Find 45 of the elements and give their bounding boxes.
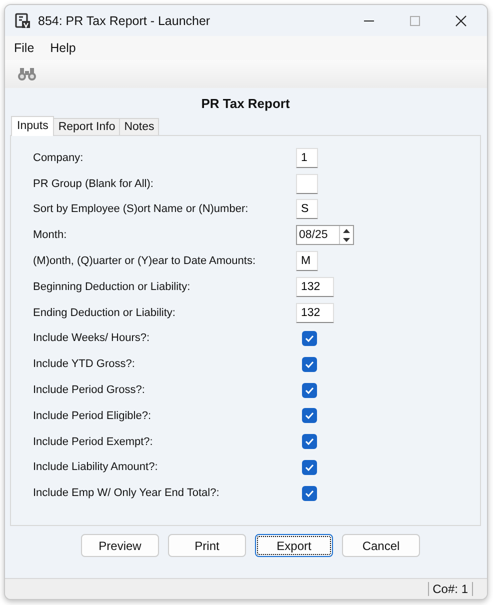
- input-field[interactable]: [296, 174, 318, 194]
- close-icon[interactable]: [455, 14, 467, 26]
- dialog-button[interactable]: Print: [168, 534, 246, 557]
- company-status: Co#: 1: [428, 582, 473, 596]
- menu-item[interactable]: File: [14, 41, 34, 55]
- checkbox[interactable]: [302, 356, 317, 372]
- field-label: PR Group (Blank for All):: [33, 178, 154, 190]
- binoculars-icon[interactable]: [17, 67, 37, 81]
- report-heading: PR Tax Report: [200, 96, 291, 111]
- field-label: Company:: [33, 152, 84, 164]
- checkbox[interactable]: [302, 486, 317, 501]
- window-title: 854: PR Tax Report - Launcher: [38, 14, 210, 28]
- month-spinner[interactable]: 08/25: [296, 225, 354, 246]
- field-label: Ending Deduction or Liability:: [33, 306, 176, 319]
- input-field[interactable]: 132: [296, 276, 334, 297]
- input-field[interactable]: M: [296, 251, 318, 272]
- field-label: Include Emp W/ Only Year End Total?:: [33, 487, 220, 500]
- app-icon: [15, 12, 31, 28]
- input-field[interactable]: 1: [296, 148, 318, 168]
- field-label: (M)onth, (Q)uarter or (Y)ear to Date Amounts:: [33, 255, 257, 268]
- menu-item[interactable]: Help: [50, 41, 76, 55]
- checkbox[interactable]: [302, 382, 317, 398]
- field-label: Sort by Employee (S)ort Name or (N)umber:: [33, 203, 250, 216]
- field-label: Include Period Eligible?:: [33, 410, 152, 422]
- up-arrow-icon[interactable]: [342, 228, 351, 234]
- field-label: Include Period Exempt?:: [33, 436, 154, 448]
- field-label: Month:: [33, 229, 68, 242]
- input-field[interactable]: S: [296, 199, 318, 220]
- field-label: Include Period Gross?:: [33, 384, 146, 396]
- tab[interactable]: Notes: [119, 118, 160, 135]
- field-label: Beginning Deduction or Liability:: [33, 280, 192, 293]
- checkbox[interactable]: [302, 460, 317, 475]
- checkbox[interactable]: [302, 434, 317, 450]
- field-label: Include YTD Gross?:: [33, 358, 136, 370]
- dialog-button[interactable]: Export: [255, 534, 333, 557]
- checkbox[interactable]: [302, 408, 317, 424]
- tab[interactable]: Report Info: [53, 118, 120, 135]
- field-label: Include Weeks/ Hours?:: [33, 332, 151, 344]
- tab[interactable]: Inputs: [11, 116, 54, 136]
- input-field[interactable]: 132: [296, 302, 334, 323]
- dialog-button[interactable]: Preview: [81, 534, 159, 557]
- down-arrow-icon[interactable]: [342, 236, 351, 243]
- dialog-button[interactable]: Cancel: [342, 534, 420, 557]
- field-label: Include Liability Amount?:: [33, 461, 159, 474]
- checkbox[interactable]: [302, 330, 317, 346]
